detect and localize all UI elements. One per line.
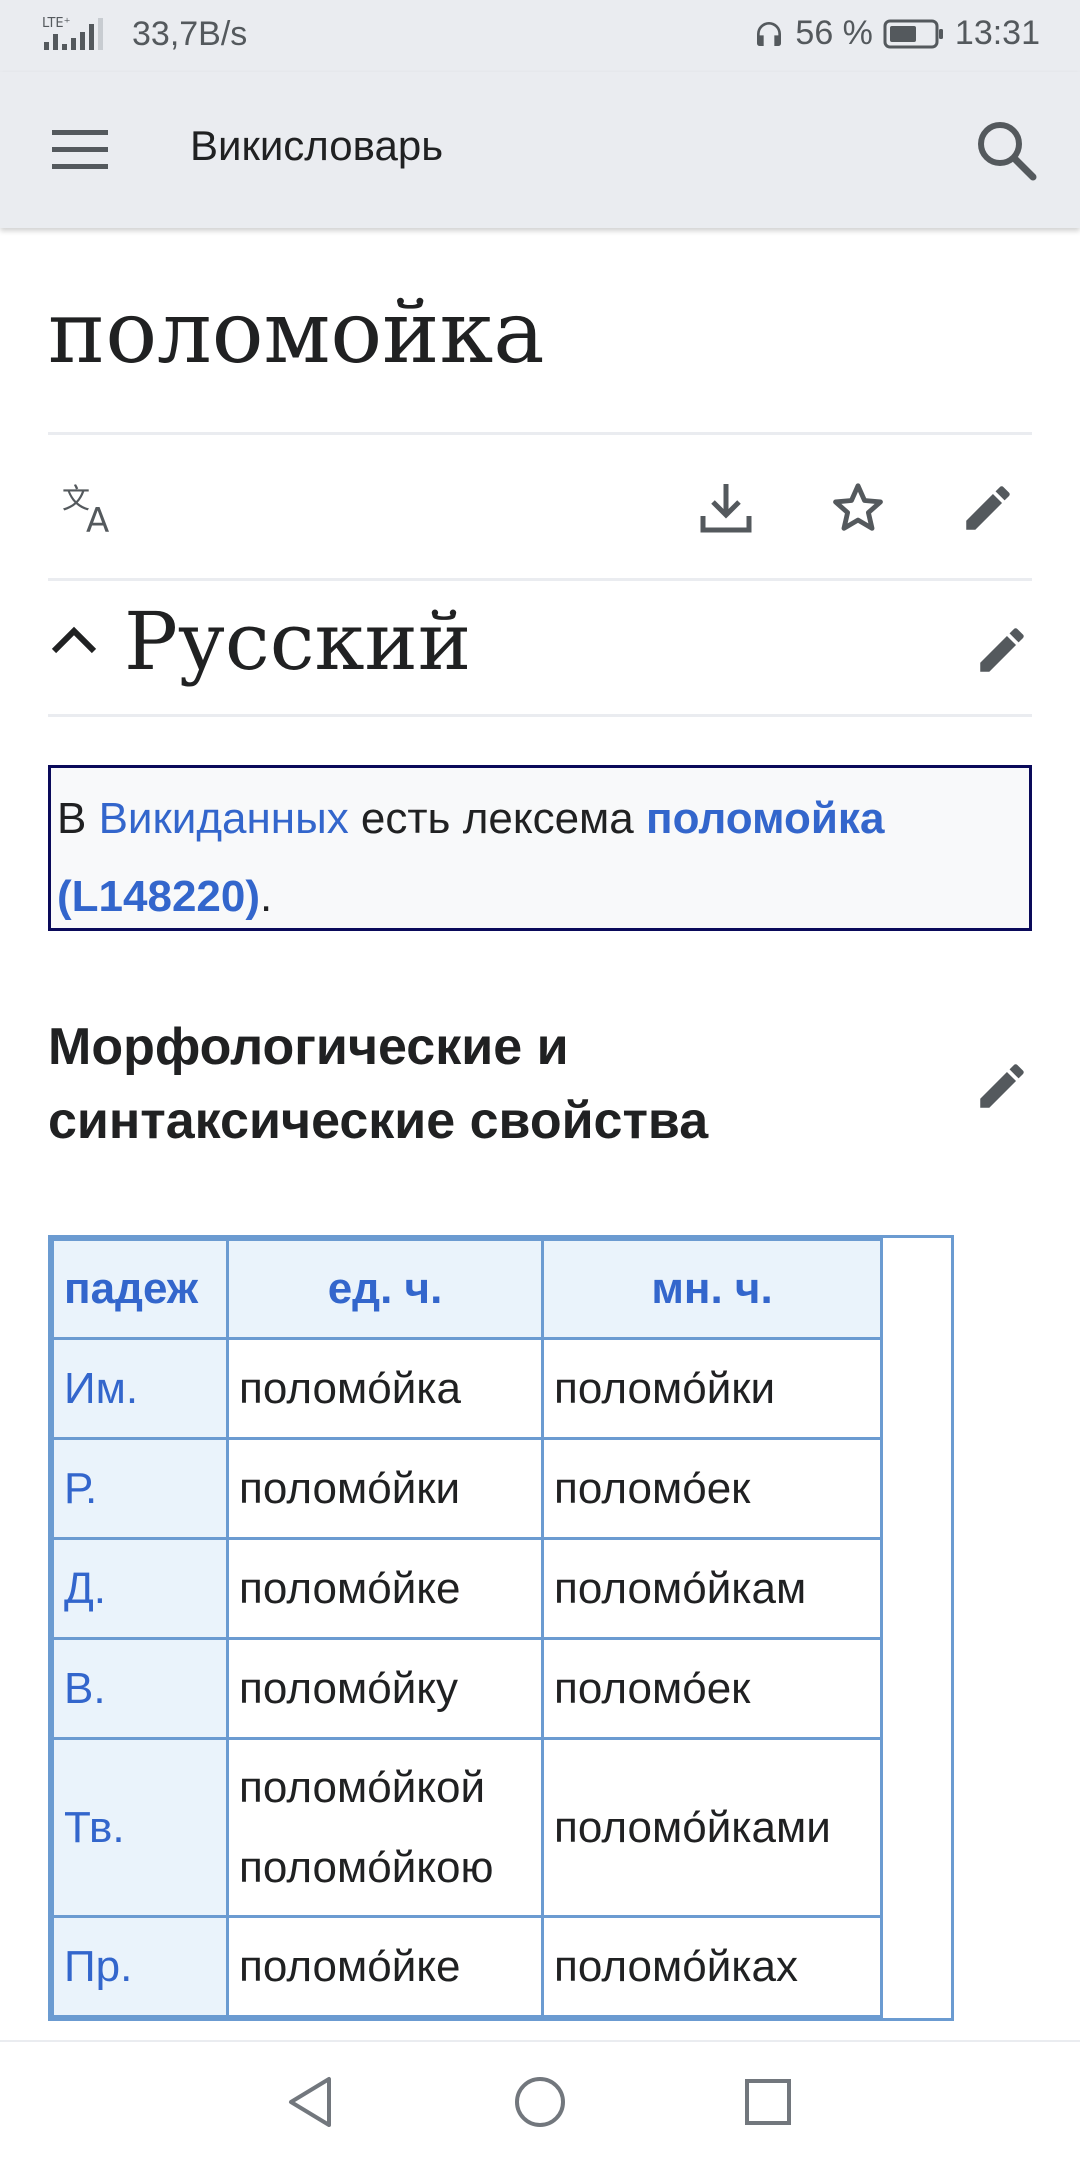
singular-form: поломо́йке xyxy=(239,1563,461,1613)
table-row: Д. поломо́йке поломо́йкам xyxy=(51,1537,883,1640)
navigation-bar xyxy=(0,2040,1080,2162)
page-title: поломойка xyxy=(48,283,545,383)
singular-cell: поломо́йкой поломо́йкою xyxy=(226,1737,544,1918)
case-cell[interactable]: Р. xyxy=(51,1437,229,1540)
download-icon[interactable] xyxy=(684,466,768,550)
chevron-up-icon[interactable] xyxy=(44,610,104,670)
wikidata-link[interactable]: Викиданных xyxy=(99,794,349,843)
star-icon[interactable] xyxy=(816,466,900,550)
status-right: 56 % 13:31 xyxy=(743,14,1040,53)
subsection-edit-icon[interactable] xyxy=(960,1044,1044,1128)
singular-form: поломо́йки xyxy=(239,1463,461,1513)
singular-cell: поломо́йки xyxy=(226,1437,544,1540)
battery-level: 56 % xyxy=(795,14,873,52)
header-singular: ед. ч. xyxy=(226,1238,544,1340)
language-icon[interactable]: 文 A xyxy=(48,466,132,550)
headphones-icon xyxy=(753,17,785,51)
declension-table-frame: падеж ед. ч. мн. ч. Им. поломо́йка поломо́… xyxy=(48,1235,954,2021)
table-row: В. поломо́йку поломо́ек xyxy=(51,1637,883,1740)
back-icon[interactable] xyxy=(272,2064,348,2140)
case-cell[interactable]: Пр. xyxy=(51,1915,229,2018)
subsection-title[interactable]: Морфологические и синтаксические свойств… xyxy=(48,1010,808,1158)
plural-cell: поломо́йках xyxy=(541,1915,883,2018)
plural-cell: поломо́ек xyxy=(541,1437,883,1540)
declension-body: Им. поломо́йка поломо́йки Р. поломо́йки полом… xyxy=(51,1337,883,2018)
notice-text: . xyxy=(260,872,273,921)
section-edit-icon[interactable] xyxy=(960,608,1044,692)
case-cell[interactable]: В. xyxy=(51,1637,229,1740)
divider xyxy=(48,578,1032,581)
app-bar: Викисловарь xyxy=(0,72,1080,228)
singular-cell: поломо́йку xyxy=(226,1637,544,1740)
signal-icon: LTE⁺ xyxy=(42,14,108,54)
table-row: Тв. поломо́йкой поломо́йкою поломо́йками xyxy=(51,1737,883,1918)
table-row: Р. поломо́йки поломо́ек xyxy=(51,1437,883,1540)
edit-icon[interactable] xyxy=(946,466,1030,550)
case-cell[interactable]: Тв. xyxy=(51,1737,229,1918)
singular-form: поломо́йкою xyxy=(239,1842,494,1892)
divider xyxy=(48,714,1032,717)
status-bar: LTE⁺ 33,7B/s 56 % 13:31 xyxy=(0,0,1080,72)
header-case: падеж xyxy=(51,1238,229,1340)
svg-text:A: A xyxy=(86,501,109,538)
notice-text: В xyxy=(57,794,99,843)
singular-form: поломо́йкой xyxy=(239,1762,486,1812)
lexeme-id-link[interactable]: (L148220) xyxy=(57,872,260,921)
plural-cell: поломо́ек xyxy=(541,1637,883,1740)
singular-form: поломо́йка xyxy=(239,1363,461,1413)
hamburger-menu-icon[interactable] xyxy=(40,110,120,190)
svg-text:LTE⁺: LTE⁺ xyxy=(42,16,70,31)
plural-cell: поломо́йками xyxy=(541,1737,883,1918)
section-title[interactable]: Русский xyxy=(124,600,471,684)
case-cell[interactable]: Д. xyxy=(51,1537,229,1640)
notice-text: есть лексема xyxy=(348,794,647,843)
recents-icon[interactable] xyxy=(730,2064,806,2140)
declension-table: падеж ед. ч. мн. ч. Им. поломо́йка поломо́… xyxy=(51,1238,883,2018)
singular-cell: поломо́йка xyxy=(226,1337,544,1440)
header-plural: мн. ч. xyxy=(541,1238,883,1340)
singular-cell: поломо́йке xyxy=(226,1915,544,2018)
battery-icon xyxy=(883,18,945,50)
case-cell[interactable]: Им. xyxy=(51,1337,229,1440)
network-speed: 33,7B/s xyxy=(132,14,248,53)
table-row: Пр. поломо́йке поломо́йках xyxy=(51,1915,883,2018)
singular-form: поломо́йке xyxy=(239,1941,461,1991)
plural-cell: поломо́йкам xyxy=(541,1537,883,1640)
divider xyxy=(48,432,1032,435)
clock: 13:31 xyxy=(954,14,1040,52)
home-icon[interactable] xyxy=(502,2064,578,2140)
singular-cell: поломо́йке xyxy=(226,1537,544,1640)
plural-cell: поломо́йки xyxy=(541,1337,883,1440)
singular-form: поломо́йку xyxy=(239,1663,459,1713)
table-row: Им. поломо́йка поломо́йки xyxy=(51,1337,883,1440)
wikidata-notice: В Викиданных есть лексема поломойка (L14… xyxy=(48,765,1032,931)
lexeme-link[interactable]: поломойка xyxy=(646,794,884,843)
search-icon[interactable] xyxy=(966,110,1046,190)
status-left: LTE⁺ 33,7B/s xyxy=(42,14,247,54)
app-title: Викисловарь xyxy=(190,122,444,169)
